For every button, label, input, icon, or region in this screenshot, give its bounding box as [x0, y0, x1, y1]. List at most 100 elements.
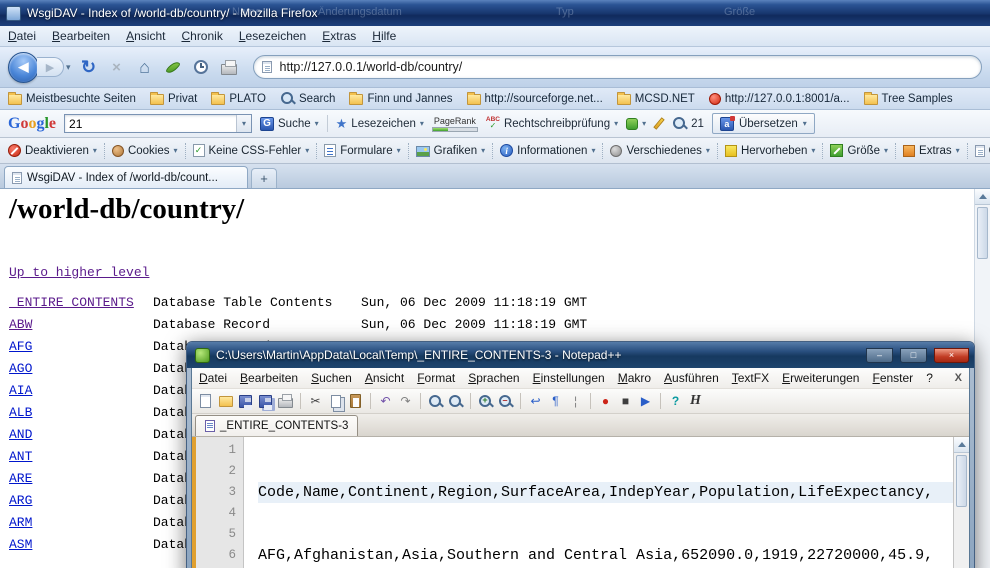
wd-css[interactable]: Keine CSS-Fehler▾ [193, 144, 310, 157]
redo-button[interactable]: ↷ [397, 393, 414, 410]
wd-groesse[interactable]: Größe▾ [830, 144, 888, 157]
word-wrap-button[interactable]: ↩ [527, 393, 544, 410]
bookmark-meistbesuchte[interactable]: Meistbesuchte Seiten [8, 93, 136, 105]
entry-link-are[interactable]: ARE [9, 468, 153, 490]
notepadpp-titlebar[interactable]: C:\Users\Martin\AppData\Local\Temp\_ENTI… [187, 342, 974, 368]
stop-button[interactable]: × [104, 54, 130, 80]
zoom-out-button[interactable] [497, 393, 514, 410]
np-menu-ansicht[interactable]: Ansicht [365, 371, 404, 385]
print-button[interactable] [277, 393, 294, 410]
history-dropdown-caret[interactable]: ▾ [66, 62, 71, 73]
paste-button[interactable] [347, 393, 364, 410]
save-all-button[interactable] [257, 393, 274, 410]
bookmark-sourceforge[interactable]: http://sourceforge.net... [467, 93, 603, 105]
cut-button[interactable]: ✂ [307, 393, 324, 410]
find-button[interactable] [427, 393, 444, 410]
np-menu-datei[interactable]: Datei [199, 371, 227, 385]
pencil-icon[interactable] [653, 117, 664, 130]
bookmark-mcsd[interactable]: MCSD.NET [617, 93, 695, 105]
new-file-button[interactable] [197, 393, 214, 410]
wd-cookies[interactable]: Cookies▾ [112, 145, 178, 157]
menu-lesezeichen[interactable]: Lesezeichen [239, 29, 306, 43]
zoom-in-button[interactable] [477, 393, 494, 410]
reload-button[interactable]: ↻ [76, 54, 102, 80]
np-menu-textfx[interactable]: TextFX [732, 371, 769, 385]
stop-macro-button[interactable]: ■ [617, 393, 634, 410]
google-search-input[interactable] [65, 117, 236, 131]
url-bar[interactable] [253, 55, 982, 79]
record-macro-button[interactable]: ● [597, 393, 614, 410]
scrollbar-thumb[interactable] [956, 455, 967, 507]
bookmark-privat[interactable]: Privat [150, 93, 197, 105]
tab-wsgidav[interactable]: WsgiDAV - Index of /world-db/count... [4, 166, 248, 188]
fill-button[interactable]: ▾ [626, 118, 646, 130]
home-button[interactable]: ⌂ [132, 54, 158, 80]
save-button[interactable] [237, 393, 254, 410]
bookmark-tree-samples[interactable]: Tree Samples [864, 93, 953, 105]
wd-hervorheben[interactable]: Hervorheben▾ [725, 145, 816, 157]
wd-verschiedenes[interactable]: Verschiedenes▾ [610, 145, 709, 157]
print-button[interactable] [216, 54, 242, 80]
np-menu-sprachen[interactable]: Sprachen [468, 371, 519, 385]
indent-guide-button[interactable]: ¦ [567, 393, 584, 410]
menu-bearbeiten[interactable]: Bearbeiten [52, 29, 110, 43]
bookmark-finn-und-jannes[interactable]: Finn und Jannes [349, 93, 452, 105]
html-view-button[interactable]: H [687, 393, 704, 410]
document-tab[interactable]: _ENTIRE_CONTENTS-3 [195, 415, 358, 436]
wd-grafiken[interactable]: Grafiken▾ [416, 145, 485, 157]
pagerank-widget[interactable]: PageRank [432, 116, 478, 132]
url-input[interactable] [278, 59, 973, 75]
wd-deaktivieren[interactable]: Deaktivieren▾ [8, 144, 97, 157]
close-button[interactable]: × [934, 348, 969, 363]
back-button[interactable]: ◀ [8, 52, 39, 83]
np-menu-fenster[interactable]: Fenster [872, 371, 913, 385]
help-button[interactable]: ? [667, 393, 684, 410]
entry-link-arg[interactable]: ARG [9, 490, 153, 512]
editor-scrollbar[interactable] [953, 437, 969, 568]
menu-datei[interactable]: Datei [8, 29, 36, 43]
np-menu-makro[interactable]: Makro [618, 371, 651, 385]
forward-button[interactable]: ▶ [37, 57, 64, 77]
highlight-counter[interactable]: 21 [672, 116, 704, 131]
entry-link-asm[interactable]: ASM [9, 534, 153, 556]
google-search-button[interactable]: Suche▾ [260, 117, 319, 131]
google-bookmarks-button[interactable]: ★Lesezeichen▾ [336, 117, 424, 130]
copy-button[interactable] [327, 393, 344, 410]
np-menu-erweiterungen[interactable]: Erweiterungen [782, 371, 859, 385]
np-menu-format[interactable]: Format [417, 371, 455, 385]
bookmark-localhost-8001[interactable]: http://127.0.0.1:8001/a... [709, 93, 850, 105]
entry-link-alb[interactable]: ALB [9, 402, 153, 424]
show-all-chars-button[interactable]: ¶ [547, 393, 564, 410]
spellcheck-button[interactable]: Rechtschreibprüfung▾ [486, 117, 618, 131]
entry-link-entire-contents[interactable]: ENTIRE CONTENTS [9, 292, 153, 314]
bookmark-search[interactable]: Search [280, 91, 335, 106]
firefox-titlebar[interactable]: WsgiDAV - Index of /world-db/country/ - … [0, 0, 990, 26]
up-to-higher-level-link[interactable]: Up to higher level [9, 265, 149, 280]
menu-ansicht[interactable]: Ansicht [126, 29, 165, 43]
entry-link-abw[interactable]: ABW [9, 314, 153, 336]
open-file-button[interactable] [217, 393, 234, 410]
np-menu-einstellungen[interactable]: Einstellungen [533, 371, 605, 385]
scroll-up-button[interactable] [975, 189, 990, 205]
play-macro-button[interactable]: ▶ [637, 393, 654, 410]
history-clock-button[interactable] [188, 54, 214, 80]
menu-extras[interactable]: Extras [322, 29, 356, 43]
wd-informationen[interactable]: Informationen▾ [500, 144, 595, 157]
new-tab-button[interactable]: + [251, 168, 277, 188]
np-menu-help[interactable]: ? [926, 371, 933, 385]
editor-text[interactable]: Code,Name,Continent,Region,SurfaceArea,I… [244, 437, 953, 568]
menu-chronik[interactable]: Chronik [181, 29, 222, 43]
scroll-up-button[interactable] [954, 437, 969, 453]
wd-extras[interactable]: Extras▾ [903, 145, 960, 157]
np-menu-bearbeiten[interactable]: Bearbeiten [240, 371, 298, 385]
wd-formulare[interactable]: Formulare▾ [324, 144, 400, 157]
menu-hilfe[interactable]: Hilfe [372, 29, 396, 43]
entry-link-and[interactable]: AND [9, 424, 153, 446]
extension-leaf-button[interactable] [160, 54, 186, 80]
entry-link-arm[interactable]: ARM [9, 512, 153, 534]
undo-button[interactable]: ↶ [377, 393, 394, 410]
entry-link-afg[interactable]: AFG [9, 336, 153, 358]
entry-link-ago[interactable]: AGO [9, 358, 153, 380]
maximize-button[interactable]: □ [900, 348, 927, 363]
google-search-box[interactable]: ▾ [64, 114, 252, 133]
